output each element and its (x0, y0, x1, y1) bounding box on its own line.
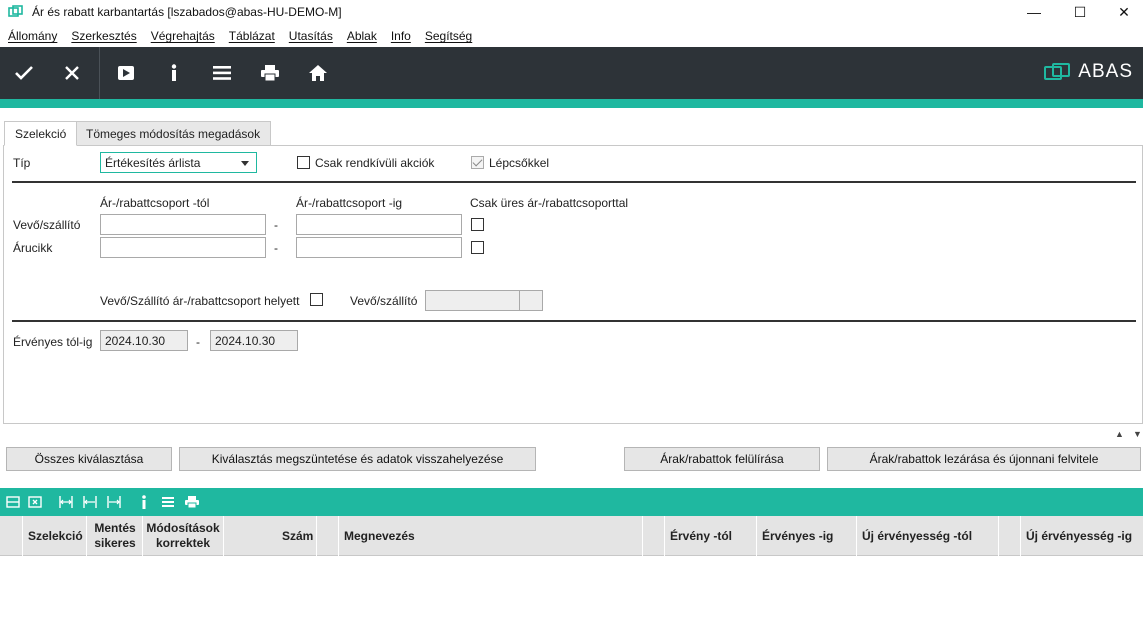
menu-bar: Állomány Szerkesztés Végrehajtás Tábláza… (0, 26, 1143, 46)
accent-strip (0, 99, 1143, 108)
ervenyes-label: Érvényes tól-ig (13, 335, 93, 349)
list-icon[interactable] (160, 494, 176, 510)
grid-header: Szelekció Mentés sikeres Módosítások kor… (0, 516, 1143, 556)
divider (12, 181, 1136, 183)
check-icon[interactable] (0, 47, 48, 99)
menu-vegrehajtas[interactable]: Végrehajtás (151, 29, 215, 43)
vevo-szallito-field[interactable] (425, 290, 520, 311)
csak-rendkivuli-label: Csak rendkívüli akciók (315, 156, 435, 170)
app-icon (8, 5, 23, 17)
check-icon (472, 156, 483, 167)
menu-utasitas[interactable]: Utasítás (289, 29, 333, 43)
ervenyes-tol-input[interactable]: 2024.10.30 (100, 330, 188, 351)
arak-felulirasa-button[interactable]: Árak/rabattok felülírása (624, 447, 820, 471)
col-csak-ures-header: Csak üres ár-/rabattcsoporttal (470, 196, 629, 210)
info-icon[interactable] (150, 47, 198, 99)
minimize-button[interactable]: — (1011, 0, 1057, 24)
column-header-megnevezes[interactable]: Megnevezés (344, 516, 415, 556)
col-tol-header: Ár-/rabattcsoport -tól (100, 196, 210, 210)
range-dash: - (274, 241, 278, 255)
table-toolbar (0, 488, 1143, 516)
print-icon[interactable] (246, 47, 294, 99)
tab-szelekcio[interactable]: Szelekció (4, 121, 78, 146)
menu-ablak[interactable]: Ablak (347, 29, 377, 43)
range-dash: - (196, 335, 200, 349)
main-toolbar: ABAS (0, 47, 1143, 99)
column-header-uj-ervenyesseg-ig[interactable]: Új érvényesség -ig (1026, 516, 1132, 556)
arucikk-tol-input[interactable] (100, 237, 266, 258)
vevo-ig-input[interactable] (296, 214, 462, 235)
logo-text: ABAS (1078, 61, 1133, 82)
abas-logo: ABAS (1044, 61, 1133, 83)
column-width-icon[interactable] (58, 494, 74, 510)
tab-tomeges-modositas[interactable]: Tömeges módosítás megadások (75, 121, 272, 146)
lepcsokkel-label: Lépcsőkkel (489, 156, 550, 170)
ervenyes-ig-input[interactable]: 2024.10.30 (210, 330, 298, 351)
vevo-csak-ures-checkbox[interactable] (471, 218, 484, 231)
arucikk-label: Árucikk (13, 241, 53, 255)
selection-panel (3, 145, 1143, 424)
scroll-up-icon[interactable]: ▲ (1115, 429, 1124, 439)
csak-rendkivuli-checkbox[interactable] (297, 156, 310, 169)
column-header-uj-ervenyesseg-tol[interactable]: Új érvényesség -tól (862, 516, 972, 556)
arucikk-csak-ures-checkbox[interactable] (471, 241, 484, 254)
delete-row-icon[interactable] (27, 494, 43, 510)
title-bar: Ár és rabatt karbantartás [lszabados@aba… (0, 0, 1143, 24)
list-icon[interactable] (198, 47, 246, 99)
column-header-mentes[interactable]: Mentés sikeres (90, 516, 140, 556)
menu-allomany[interactable]: Állomány (8, 29, 57, 43)
column-header-modositasok[interactable]: Módosítások korrektek (145, 516, 221, 556)
tip-select[interactable]: Értékesítés árlista (100, 152, 257, 173)
vevo-tol-input[interactable] (100, 214, 266, 235)
column-header-szam[interactable]: Szám (282, 516, 313, 556)
divider (12, 320, 1136, 322)
vevo-szallito-lookup-button[interactable] (519, 290, 543, 311)
close-window-button[interactable]: ✕ (1101, 0, 1143, 24)
column-header-ervenyes-ig[interactable]: Érvényes -ig (762, 516, 833, 556)
menu-segitseg[interactable]: Segítség (425, 29, 472, 43)
column-width-right-icon[interactable] (106, 494, 122, 510)
play-icon[interactable] (102, 47, 150, 99)
vevo-szallito-field-label: Vevő/szállító (350, 294, 418, 308)
cancel-icon[interactable] (48, 47, 96, 99)
chevron-down-icon (241, 161, 249, 166)
info-icon[interactable] (136, 494, 152, 510)
window-title: Ár és rabatt karbantartás [lszabados@aba… (32, 5, 342, 19)
vevo-helyett-checkbox[interactable] (310, 293, 323, 306)
column-width-left-icon[interactable] (82, 494, 98, 510)
scroll-down-icon[interactable]: ▼ (1133, 429, 1142, 439)
menu-info[interactable]: Info (391, 29, 411, 43)
home-icon[interactable] (294, 47, 342, 99)
range-dash: - (274, 218, 278, 232)
osszes-kivalasztasa-button[interactable]: Összes kiválasztása (6, 447, 172, 471)
print-icon[interactable] (184, 494, 200, 510)
arak-lezarasa-button[interactable]: Árak/rabattok lezárása és újonnani felvi… (827, 447, 1141, 471)
arucikk-ig-input[interactable] (296, 237, 462, 258)
col-ig-header: Ár-/rabattcsoport -ig (296, 196, 403, 210)
lepcsokkel-checkbox[interactable] (471, 156, 484, 169)
menu-tablazat[interactable]: Táblázat (229, 29, 275, 43)
kivalasztas-megszuntetese-button[interactable]: Kiválasztás megszüntetése és adatok viss… (179, 447, 536, 471)
vevo-helyett-label: Vevő/Szállító ár-/rabattcsoport helyett (100, 294, 300, 308)
vevo-szallito-label: Vevő/szállító (13, 218, 81, 232)
menu-szerkesztes[interactable]: Szerkesztés (71, 29, 136, 43)
column-header-szelekcio[interactable]: Szelekció (28, 516, 83, 556)
column-header-erveny-tol[interactable]: Érvény -tól (670, 516, 732, 556)
tip-label: Típ (13, 156, 31, 170)
maximize-button[interactable]: ☐ (1057, 0, 1103, 24)
insert-row-icon[interactable] (5, 494, 21, 510)
